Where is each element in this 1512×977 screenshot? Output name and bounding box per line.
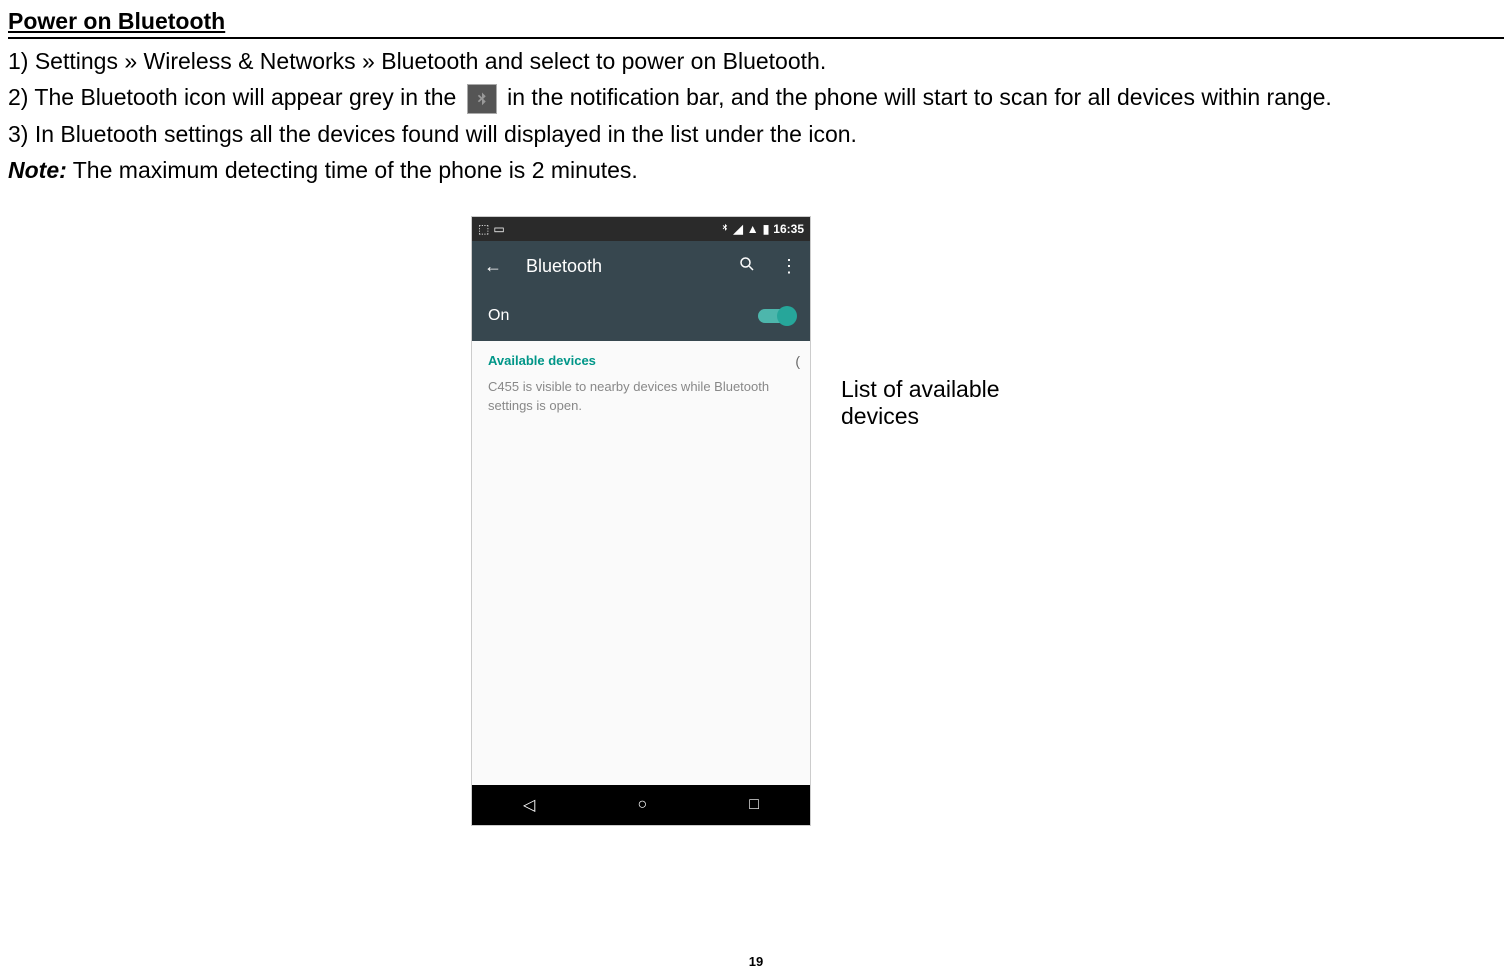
bluetooth-icon (467, 84, 497, 114)
step-2: 2) The Bluetooth icon will appear grey i… (8, 81, 1504, 114)
signal-icon: ▲ (747, 222, 759, 236)
status-left: ⬚ ▭ (478, 222, 505, 236)
screenshot-container: ⬚ ▭ ◢ ▲ ▮ 16:35 ← Bluetooth ⋮ On (8, 216, 1504, 826)
nav-bar: ◁ ○ □ (472, 785, 810, 825)
overflow-icon[interactable]: ⋮ (780, 256, 798, 277)
wifi-icon: ◢ (734, 222, 743, 236)
available-devices-label: Available devices (472, 341, 810, 374)
step-2-text-after: in the notification bar, and the phone w… (507, 84, 1332, 110)
step-3: 3) In Bluetooth settings all the devices… (8, 118, 1504, 150)
toolbar-title: Bluetooth (526, 256, 714, 277)
step-1: 1) Settings » Wireless & Networks » Blue… (8, 45, 1504, 77)
section-heading: Power on Bluetooth (8, 8, 1504, 39)
home-nav-icon[interactable]: ○ (637, 796, 647, 814)
toggle-switch[interactable] (758, 309, 794, 323)
search-icon[interactable] (738, 255, 756, 278)
status-time: 16:35 (773, 222, 804, 236)
phone-screenshot: ⬚ ▭ ◢ ▲ ▮ 16:35 ← Bluetooth ⋮ On (471, 216, 811, 826)
on-label: On (488, 307, 509, 325)
note-text: The maximum detecting time of the phone … (67, 157, 638, 183)
callout-label: List of available devices (841, 376, 1041, 430)
step-2-text-before: 2) The Bluetooth icon will appear grey i… (8, 84, 463, 110)
back-nav-icon[interactable]: ◁ (523, 795, 535, 815)
back-icon[interactable]: ← (484, 256, 502, 277)
note-label: Note: (8, 157, 67, 183)
bluetooth-status-icon (720, 222, 730, 236)
status-bar: ⬚ ▭ ◢ ▲ ▮ 16:35 (472, 217, 810, 241)
visibility-info: C455 is visible to nearby devices while … (472, 374, 810, 418)
content-area: Available devices ( C455 is visible to n… (472, 341, 810, 825)
toolbar: ← Bluetooth ⋮ (472, 241, 810, 291)
usb-icon: ⬚ (478, 222, 489, 236)
status-right: ◢ ▲ ▮ 16:35 (720, 222, 804, 236)
note: Note: The maximum detecting time of the … (8, 154, 1504, 186)
bluetooth-toggle-row[interactable]: On (472, 291, 810, 341)
battery-icon: ▮ (763, 222, 770, 236)
refresh-icon: ( (795, 353, 800, 369)
page-number: 19 (749, 954, 763, 969)
debug-icon: ▭ (493, 222, 504, 236)
recent-nav-icon[interactable]: □ (749, 796, 759, 814)
